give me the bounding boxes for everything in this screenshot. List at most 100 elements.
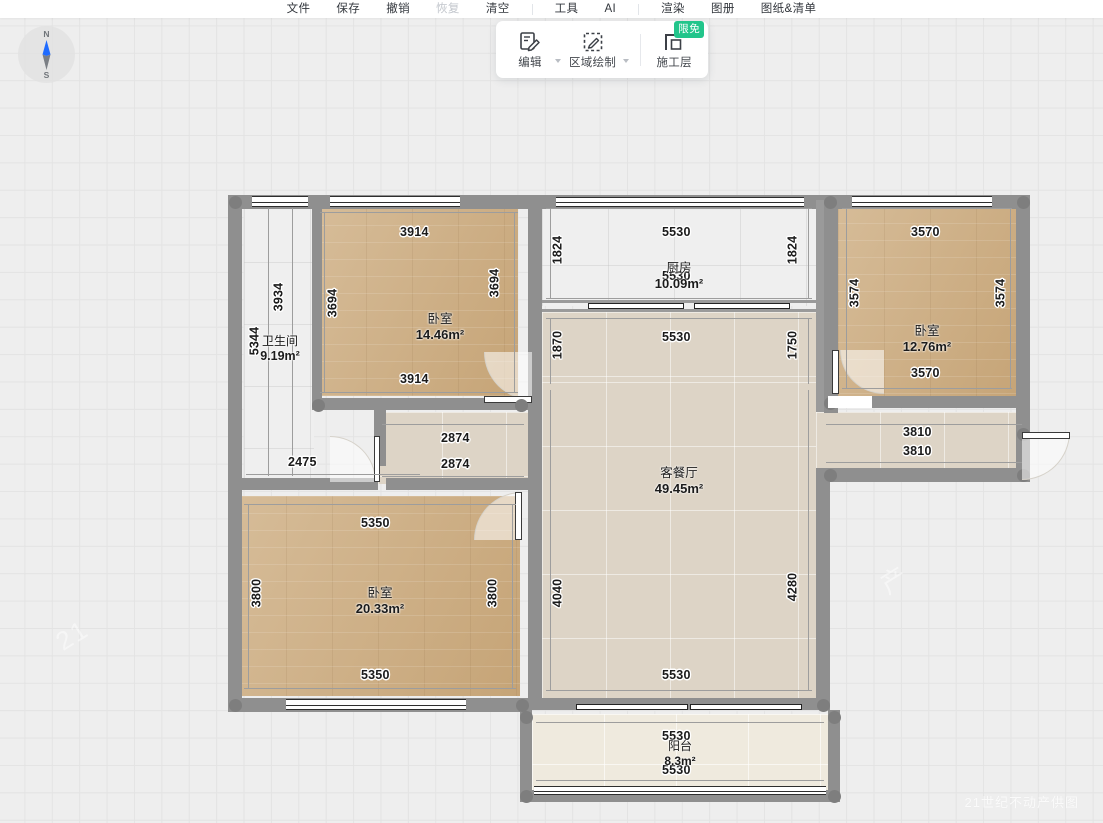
dim-guide <box>546 298 812 299</box>
floating-toolbar: 编辑 区域绘制 施工层 限免 <box>496 20 709 78</box>
top-menu-bar: 文件 保存 撤销 恢复 清空 工具 AI 渲染 图册 图纸&清单 <box>0 0 1103 18</box>
balcony-sliding-panel[interactable] <box>576 704 688 710</box>
wall-node <box>520 790 533 803</box>
doorway-opening-bedroom-right <box>828 396 872 408</box>
dim-guide <box>546 318 812 319</box>
construction-layer-button-label: 施工层 <box>656 56 692 69</box>
wall-node <box>824 196 837 209</box>
menu-album[interactable]: 图册 <box>698 0 748 18</box>
compass-widget[interactable]: N S <box>18 26 75 83</box>
door-leaf-bedroom-right[interactable] <box>832 350 839 394</box>
menu-file[interactable]: 文件 <box>274 0 324 18</box>
dim-bedroom-tl-top: 3914 <box>400 225 429 239</box>
dim-guide <box>546 690 812 691</box>
wall-node <box>828 711 841 724</box>
dim-entry-bottom: 3810 <box>903 444 932 458</box>
dim-hall-top: 5530 <box>662 330 691 344</box>
wall-corridor-bottom <box>386 478 528 490</box>
dim-guide <box>1010 208 1011 388</box>
window-balcony[interactable] <box>534 786 826 795</box>
dim-bedroom-r-left: 3574 <box>847 278 862 308</box>
floorplan-drawing[interactable]: 21 世纪 产 <box>0 0 1103 823</box>
window-bathroom[interactable] <box>252 196 308 207</box>
dim-guide <box>320 212 518 213</box>
wall-entry-bottom <box>824 468 1030 482</box>
wall-center-vertical <box>528 195 542 710</box>
compass-needle-icon <box>42 40 51 70</box>
menu-ai[interactable]: AI <box>591 0 629 18</box>
dim-guide <box>536 722 824 723</box>
menu-render[interactable]: 渲染 <box>648 0 698 18</box>
dim-guide <box>246 474 420 475</box>
toolbar-group-edit: 编辑 <box>506 28 563 72</box>
dim-kitchen-center: 5530 <box>662 269 691 283</box>
room-fill-hall <box>542 312 816 382</box>
window-bedroom-right[interactable] <box>852 196 992 207</box>
dim-guide <box>808 318 809 384</box>
wall-node <box>817 699 830 712</box>
wall-left-outer-lower <box>228 480 242 710</box>
dim-hall-left: 1870 <box>550 330 565 360</box>
dim-guide <box>244 688 516 689</box>
dim-guide <box>268 208 269 476</box>
room-fill-kitchen <box>542 203 816 306</box>
door-hinge <box>515 399 528 412</box>
dim-bathroom-left: 3934 <box>271 282 286 312</box>
menu-save[interactable]: 保存 <box>323 0 373 18</box>
door-leaf-bathroom[interactable] <box>374 436 380 482</box>
dim-guide <box>292 208 293 476</box>
toolbar-separator <box>640 33 642 66</box>
dim-guide <box>512 504 513 688</box>
construction-layer-button[interactable]: 施工层 限免 <box>650 20 705 72</box>
dim-guide <box>826 462 1022 463</box>
toolbar-group-construction-layer: 施工层 限免 <box>650 20 705 72</box>
wall-node <box>229 699 242 712</box>
menu-clear[interactable]: 清空 <box>473 0 523 18</box>
dim-bedroom-r-bottom: 3570 <box>911 366 940 380</box>
door-leaf-entrance[interactable] <box>1022 432 1070 439</box>
dim-bedroom-bl-right: 3800 <box>485 578 500 608</box>
area-draw-button-label: 区域绘制 <box>569 56 617 69</box>
dim-living-right: 4280 <box>785 572 800 602</box>
edit-button[interactable]: 编辑 <box>506 28 554 72</box>
area-draw-button[interactable]: 区域绘制 <box>563 28 622 72</box>
edit-button-label: 编辑 <box>518 56 542 69</box>
dim-bathroom-right: 5344 <box>247 326 262 356</box>
dim-guide <box>808 390 809 690</box>
window-kitchen[interactable] <box>556 197 804 207</box>
wall-node <box>1017 196 1030 209</box>
free-limited-badge: 限免 <box>674 20 705 38</box>
menu-undo[interactable]: 撤销 <box>373 0 423 18</box>
window-bedroom-top-left[interactable] <box>330 196 460 207</box>
menu-tools[interactable]: 工具 <box>542 0 592 18</box>
area-draw-dropdown-chevron-down-icon[interactable] <box>623 58 630 63</box>
window-bedroom-bottom-left[interactable] <box>286 699 466 710</box>
edit-pencil-icon <box>519 31 541 54</box>
menu-redo: 恢复 <box>436 3 460 15</box>
dim-guide <box>514 212 515 392</box>
toolbar-group-area-draw: 区域绘制 <box>563 28 631 72</box>
ghost-watermark: 21 <box>50 613 95 657</box>
dim-bedroom-tl-right: 3694 <box>487 268 502 298</box>
area-draw-dashed-icon <box>582 31 604 54</box>
menu-drawing-list[interactable]: 图纸&清单 <box>748 0 830 18</box>
dim-guide <box>382 424 524 425</box>
dim-kitchen-top: 5530 <box>662 225 691 239</box>
wall-kitchen-hall-track <box>542 309 816 312</box>
balcony-sliding-panel[interactable] <box>690 704 802 710</box>
dim-balcony-top: 5530 <box>662 729 691 743</box>
dim-bathroom-bottom: 2475 <box>288 455 317 469</box>
dim-bedroom-bl-bottom: 5350 <box>361 668 390 682</box>
dim-guide <box>244 504 516 505</box>
dim-corridor-top: 2874 <box>441 431 470 445</box>
dim-bedroom-bl-top: 5350 <box>361 516 390 530</box>
edit-dropdown-chevron-down-icon[interactable] <box>555 58 561 63</box>
door-arc-bathroom <box>330 436 376 482</box>
wall-node <box>312 399 325 412</box>
ghost-watermark: 产 <box>874 559 915 600</box>
door-leaf-bedroom-bottom-left[interactable] <box>515 492 522 540</box>
wall-node <box>520 711 533 724</box>
dim-guide <box>808 208 809 298</box>
wall-kitchen-hall-track <box>542 300 816 303</box>
dim-guide <box>546 208 812 209</box>
